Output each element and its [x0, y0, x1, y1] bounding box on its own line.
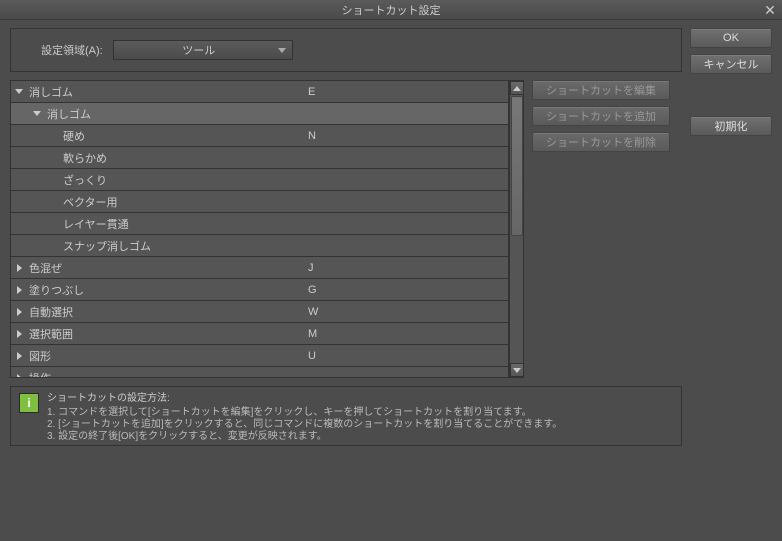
collapse-icon[interactable] — [13, 86, 25, 98]
expand-icon[interactable] — [13, 306, 25, 318]
expand-icon[interactable] — [13, 328, 25, 340]
tree-row-label: 色混ぜ — [29, 260, 62, 276]
tree-row-label: 硬め — [63, 128, 85, 144]
tree-row[interactable]: スナップ消しゴム — [11, 235, 508, 257]
window-title: ショートカット設定 — [342, 2, 441, 18]
chevron-down-icon — [278, 48, 286, 53]
tree-row[interactable]: 硬め N — [11, 125, 508, 147]
tree-row[interactable]: ベクター用 — [11, 191, 508, 213]
tree-row-shortcut: G — [308, 284, 508, 296]
tree-row-label: 消しゴム — [47, 106, 91, 122]
tree-row[interactable]: 軟らかめ — [11, 147, 508, 169]
expand-icon[interactable] — [13, 262, 25, 274]
tree-row[interactable]: ざっくり — [11, 169, 508, 191]
tree-row[interactable]: 消しゴム E — [11, 81, 508, 103]
tree-row-label: 塗りつぶし — [29, 282, 84, 298]
collapse-icon[interactable] — [31, 108, 43, 120]
area-label: 設定領域(A): — [41, 42, 103, 58]
area-dropdown[interactable]: ツール — [113, 40, 293, 60]
scroll-down-button[interactable] — [510, 363, 524, 377]
chevron-down-icon — [513, 368, 521, 373]
info-box: i ショートカットの設定方法: 1. コマンドを選択して[ショートカットを編集]… — [10, 386, 682, 446]
scroll-up-button[interactable] — [510, 81, 524, 95]
ok-button[interactable]: OK — [690, 28, 772, 48]
tree-row-label: ざっくり — [63, 172, 107, 188]
tree-row[interactable]: 色混ぜ J — [11, 257, 508, 279]
expander-placeholder — [47, 152, 59, 164]
info-header: ショートカットの設定方法: — [47, 393, 562, 405]
area-row: 設定領域(A): ツール — [10, 28, 682, 72]
tree-row[interactable]: レイヤー貫通 — [11, 213, 508, 235]
tree-row-label: 操作 — [29, 370, 51, 378]
area-dropdown-value: ツール — [120, 42, 278, 58]
info-icon: i — [19, 393, 39, 413]
scroll-track[interactable] — [510, 95, 524, 363]
delete-shortcut-button[interactable]: ショートカットを削除 — [532, 132, 670, 152]
tree-row-shortcut: N — [308, 130, 508, 142]
tree-row-shortcut: M — [308, 328, 508, 340]
expand-icon[interactable] — [13, 284, 25, 296]
expander-placeholder — [47, 174, 59, 186]
tree-row[interactable]: 自動選択 W — [11, 301, 508, 323]
expander-placeholder — [47, 130, 59, 142]
expander-placeholder — [47, 196, 59, 208]
tree-row-label: ベクター用 — [63, 194, 118, 210]
tree-row-label: 消しゴム — [29, 84, 73, 100]
expand-icon[interactable] — [13, 350, 25, 362]
tree-row[interactable]: 消しゴム — [11, 103, 508, 125]
tree-row[interactable]: 図形 U — [11, 345, 508, 367]
edit-shortcut-button[interactable]: ショートカットを編集 — [532, 80, 670, 100]
scrollbar[interactable] — [509, 81, 523, 377]
add-shortcut-button[interactable]: ショートカットを追加 — [532, 106, 670, 126]
tree-row-label: レイヤー貫通 — [63, 216, 129, 232]
tree-row-label: スナップ消しゴム — [63, 238, 151, 254]
expand-icon[interactable] — [13, 372, 25, 378]
tree-row[interactable]: 塗りつぶし G — [11, 279, 508, 301]
tree-row-shortcut: E — [308, 86, 508, 98]
info-line-2: 2. [ショートカットを追加]をクリックすると、同じコマンドに複数のショートカッ… — [47, 419, 562, 431]
info-line-1: 1. コマンドを選択して[ショートカットを編集]をクリックし、キーを押してショー… — [47, 407, 562, 419]
expander-placeholder — [47, 240, 59, 252]
chevron-up-icon — [513, 86, 521, 91]
expander-placeholder — [47, 218, 59, 230]
close-icon[interactable]: ✕ — [762, 2, 778, 18]
tree-row[interactable]: 選択範囲 M — [11, 323, 508, 345]
tree-row-shortcut: J — [308, 262, 508, 274]
tree-row-label: 自動選択 — [29, 304, 73, 320]
tree-row-label: 軟らかめ — [63, 150, 107, 166]
cancel-button[interactable]: キャンセル — [690, 54, 772, 74]
scroll-thumb[interactable] — [511, 96, 523, 236]
shortcut-tree: 消しゴムE消しゴム硬めN軟らかめざっくりベクター用レイヤー貫通スナップ消しゴム色… — [10, 80, 524, 378]
reset-button[interactable]: 初期化 — [690, 116, 772, 136]
tree-row-shortcut: W — [308, 306, 508, 318]
info-line-3: 3. 設定の終了後[OK]をクリックすると、変更が反映されます。 — [47, 431, 562, 443]
title-bar: ショートカット設定 ✕ — [0, 0, 782, 20]
tree-row[interactable]: 操作 — [11, 367, 508, 377]
tree-row-label: 選択範囲 — [29, 326, 73, 342]
tree-row-shortcut: U — [308, 350, 508, 362]
tree-row-label: 図形 — [29, 348, 51, 364]
